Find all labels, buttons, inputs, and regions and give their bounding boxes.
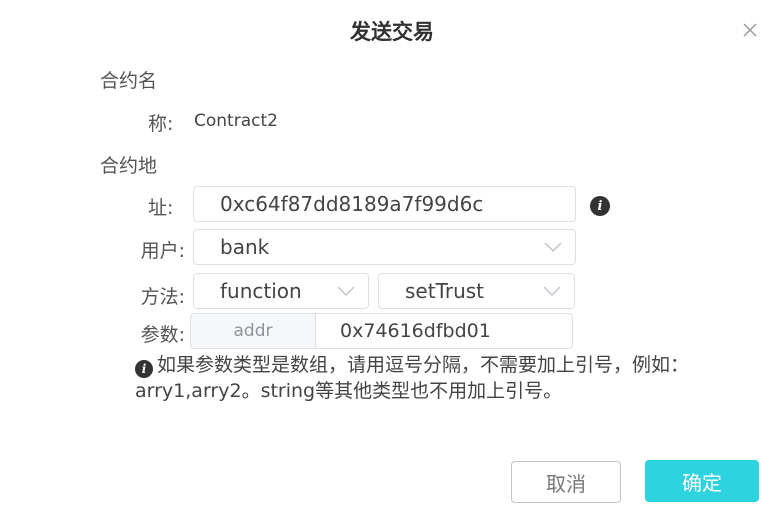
info-icon[interactable]: i [590,196,610,216]
contract-address-input[interactable]: 0xc64f87dd8189a7f99d6c [193,186,576,222]
chevron-down-icon [337,286,355,297]
user-select-value: bank [220,235,270,259]
contract-address-label-line1: 合约地 [100,155,158,177]
contract-name-value: Contract2 [194,111,278,131]
method-name-select[interactable]: setTrust [378,273,575,309]
chevron-down-icon [543,286,561,297]
param-value: 0x74616dfbd01 [340,320,491,342]
method-type-value: function [220,279,302,303]
method-label: 方法: [140,286,185,308]
param-tip-text: 如果参数类型是数组，请用逗号分隔，不需要加上引号，例如：arry1,arry2。… [135,354,690,402]
param-value-input[interactable]: 0x74616dfbd01 [316,313,573,349]
contract-address-label-line2: 址: [148,197,174,219]
chevron-down-icon [544,242,562,253]
params-label: 参数: [140,324,185,346]
dialog-title: 发送交易 [350,20,434,44]
cancel-button[interactable]: 取消 [511,461,621,503]
confirm-button[interactable]: 确定 [645,460,759,502]
close-icon[interactable] [740,20,760,40]
method-type-select[interactable]: function [193,273,369,309]
method-name-value: setTrust [405,279,485,303]
send-transaction-dialog: 发送交易 合约名 称: Contract2 合约地 址: 0xc64f87dd8… [0,0,784,520]
param-name-prepend: addr [190,313,316,349]
user-select[interactable]: bank [193,229,576,265]
contract-name-label-line1: 合约名 [100,70,158,92]
user-label: 用户: [140,240,185,262]
contract-name-label-line2: 称: [148,113,174,135]
param-tip: i 如果参数类型是数组，请用逗号分隔，不需要加上引号，例如：arry1,arry2… [135,352,755,404]
contract-address-value: 0xc64f87dd8189a7f99d6c [220,192,484,216]
info-icon: i [135,360,153,378]
